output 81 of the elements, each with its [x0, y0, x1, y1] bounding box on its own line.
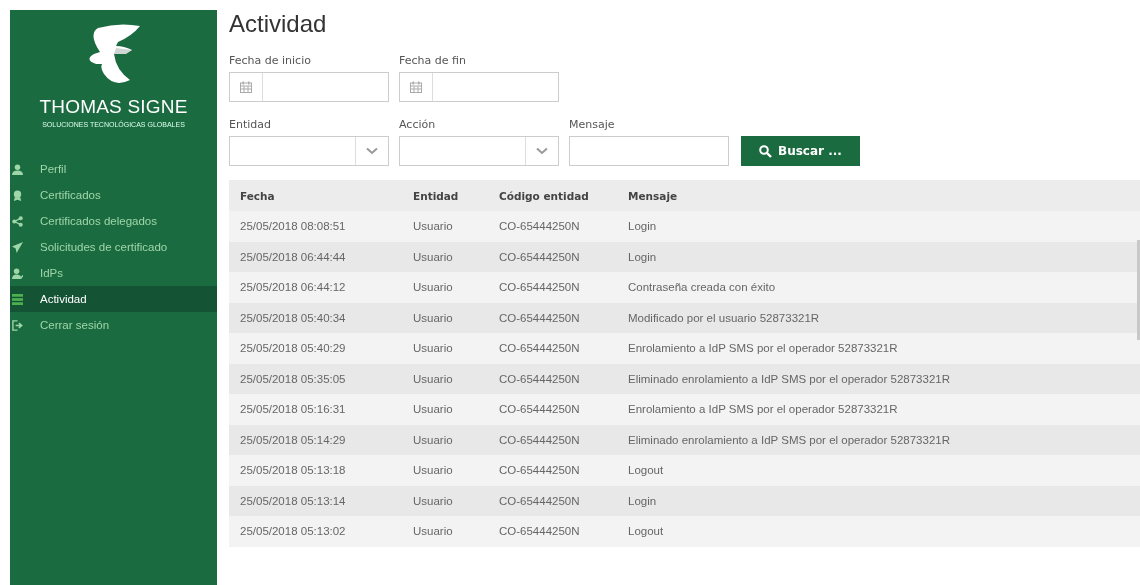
column-header: Código entidad [488, 180, 617, 211]
table-cell: Logout [617, 455, 1140, 486]
page-title: Actividad [229, 9, 328, 39]
field-label: Fecha de inicio [229, 53, 312, 69]
calendar-icon [240, 81, 252, 93]
table-cell: Usuario [402, 333, 488, 364]
message-field[interactable] [569, 136, 729, 166]
table-cell: Usuario [402, 516, 488, 547]
table-cell: Eliminado enrolamiento a IdP SMS por el operador 52873321R [617, 363, 1140, 394]
table-cell: CO-65444250N [488, 241, 617, 272]
user-check-icon [12, 267, 23, 279]
field-label: Fecha de fin [399, 53, 467, 69]
table-cell: Usuario [402, 485, 488, 516]
table-cell: Usuario [402, 394, 488, 425]
table-cell: Usuario [402, 363, 488, 394]
table-cell: Usuario [402, 424, 488, 455]
table-cell: Usuario [402, 455, 488, 486]
table-cell: Usuario [402, 302, 488, 333]
calendar-icon [410, 81, 422, 93]
table-cell: Usuario [402, 272, 488, 303]
table-cell: CO-65444250N [488, 455, 617, 486]
table-cell: 25/05/2018 05:40:34 [229, 302, 402, 333]
table-cell: 25/05/2018 06:44:44 [229, 241, 402, 272]
table-cell: 25/05/2018 05:16:31 [229, 394, 402, 425]
table-cell: Login [617, 241, 1140, 272]
table-cell: 25/05/2018 05:13:18 [229, 455, 402, 486]
table-cell: Eliminado enrolamiento a IdP SMS por el operador 52873321R [617, 424, 1140, 455]
table-cell: 25/05/2018 05:35:05 [229, 363, 402, 394]
column-header: Fecha [229, 180, 402, 211]
table-cell: Logout [617, 516, 1140, 547]
scrollbar[interactable] [1137, 240, 1140, 340]
date-field[interactable] [399, 72, 559, 102]
chevron-down-icon [366, 147, 378, 155]
table-cell: 25/05/2018 08:08:51 [229, 211, 402, 242]
table-cell: CO-65444250N [488, 516, 617, 547]
table-cell: CO-65444250N [488, 272, 617, 303]
table-cell: 25/05/2018 05:14:29 [229, 424, 402, 455]
table-cell: Login [617, 485, 1140, 516]
table-cell: Contraseña creada con éxito [617, 272, 1140, 303]
paper-plane-icon [12, 241, 23, 253]
table-cell: 25/05/2018 06:44:12 [229, 272, 402, 303]
sidebar-item[interactable]: Actividad [10, 286, 217, 312]
table-cell: CO-65444250N [488, 424, 617, 455]
table-cell: 25/05/2018 05:13:14 [229, 485, 402, 516]
sidebar-item[interactable]: Solicitudes de certificado [10, 234, 217, 260]
table-cell: CO-65444250N [488, 302, 617, 333]
sidebar-item[interactable]: Certificados [10, 182, 217, 208]
sidebar-item[interactable]: Cerrar sesión [10, 312, 217, 338]
field-label: Mensaje [569, 117, 616, 133]
table-cell: Usuario [402, 211, 488, 242]
date-field[interactable] [229, 72, 389, 102]
select-field[interactable] [399, 136, 559, 166]
field-label: Entidad [229, 117, 272, 133]
search-button[interactable]: Buscar ... [741, 136, 860, 166]
table-cell: CO-65444250N [488, 394, 617, 425]
select-field[interactable] [229, 136, 389, 166]
column-header: Entidad [402, 180, 488, 211]
award-icon [12, 189, 23, 201]
table-cell: 25/05/2018 05:13:02 [229, 516, 402, 547]
brand-name: THOMAS SIGNE [39, 96, 188, 118]
sidebar-item[interactable]: Certificados delegados [10, 208, 217, 234]
share-icon [12, 215, 23, 227]
table-cell: CO-65444250N [488, 211, 617, 242]
column-header: Mensaje [617, 180, 1140, 211]
sidebar-item[interactable]: Perfil [10, 156, 217, 182]
field-label: Acción [399, 117, 437, 133]
list-icon [12, 293, 23, 305]
table-cell: CO-65444250N [488, 363, 617, 394]
chevron-down-icon [536, 147, 548, 155]
table-cell: Modificado por el usuario 52873321R [617, 302, 1140, 333]
search-icon [759, 144, 772, 158]
logout-icon [12, 319, 23, 331]
table-cell: Enrolamiento a IdP SMS por el operador 52873321R [617, 394, 1140, 425]
user-icon [12, 163, 23, 175]
sidebar-item[interactable]: IdPs [10, 260, 217, 286]
table-cell: Usuario [402, 241, 488, 272]
table-cell: Login [617, 211, 1140, 242]
table-cell: CO-65444250N [488, 485, 617, 516]
table-cell: 25/05/2018 05:40:29 [229, 333, 402, 364]
table-cell: Enrolamiento a IdP SMS por el operador 52873321R [617, 333, 1140, 364]
table-cell: CO-65444250N [488, 333, 617, 364]
